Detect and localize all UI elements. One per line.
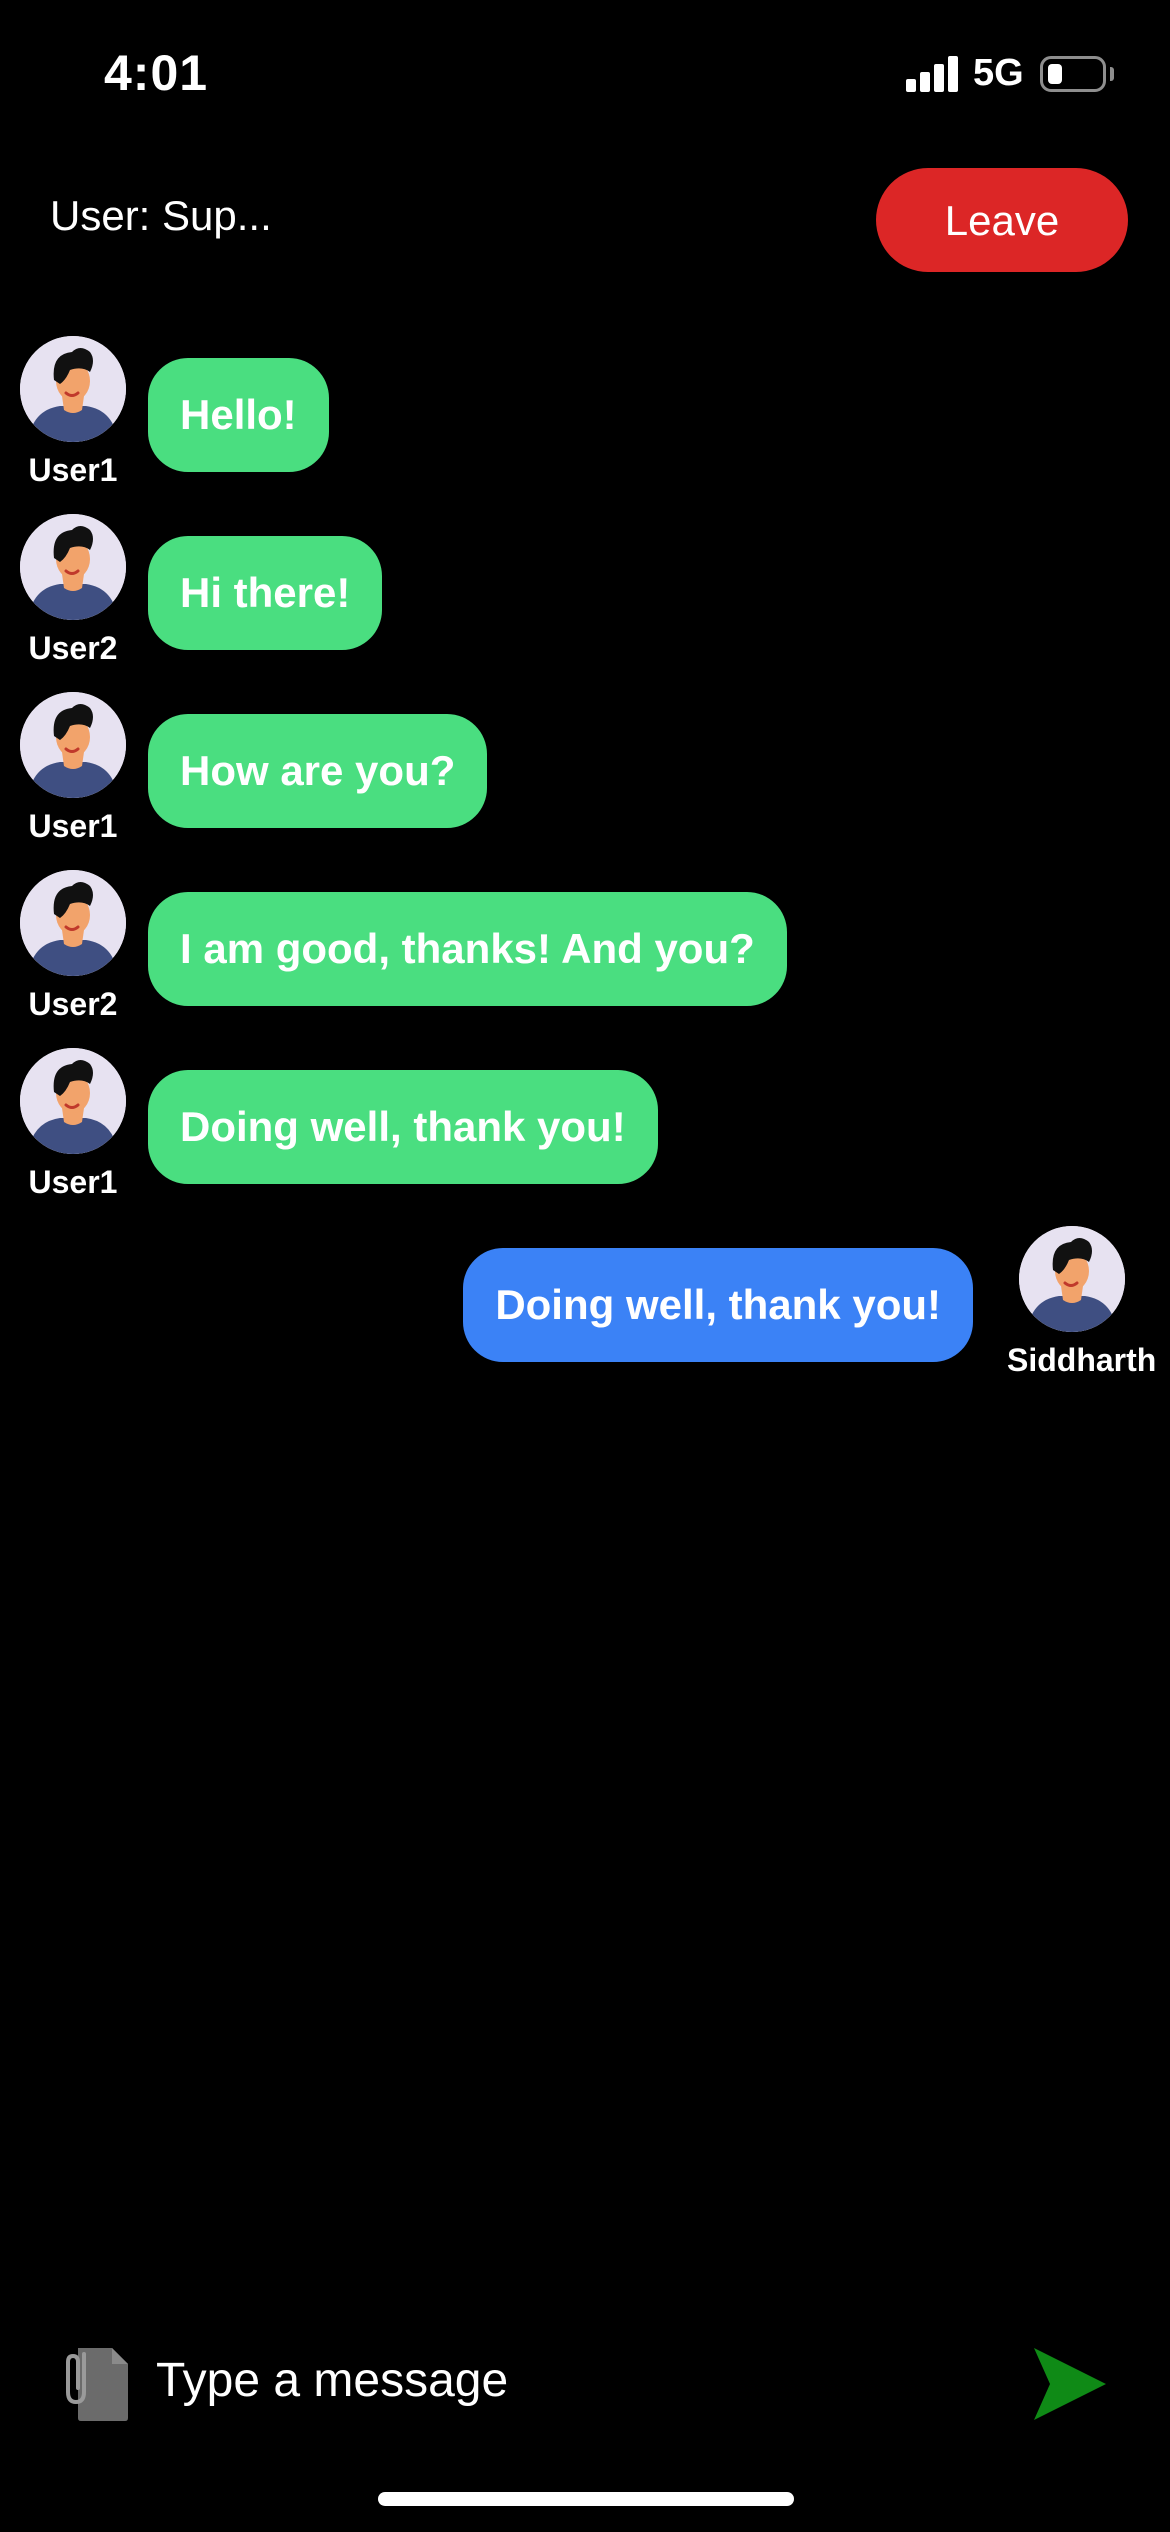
- sender-name: User2: [28, 630, 118, 666]
- message-row: User2 Hi there!: [0, 514, 1170, 674]
- outgoing-message-bubble[interactable]: Doing well, thank you!: [463, 1248, 973, 1362]
- status-time: 4:01: [104, 45, 209, 101]
- battery-level: [1048, 64, 1062, 84]
- sender-name: User1: [28, 1164, 118, 1200]
- message-row: Siddharth Doing well, thank you!: [0, 1226, 1170, 1386]
- cellular-signal-icon: [906, 56, 960, 92]
- send-arrow-icon[interactable]: [1030, 2344, 1110, 2424]
- message-input[interactable]: [156, 2344, 986, 2416]
- battery-icon: [1040, 56, 1106, 92]
- sender-name: User1: [28, 452, 118, 488]
- message-sender: User1: [8, 336, 138, 489]
- message-row: User1 Hello!: [0, 336, 1170, 496]
- incoming-message-bubble[interactable]: I am good, thanks! And you?: [148, 892, 787, 1006]
- avatar[interactable]: [20, 870, 126, 976]
- message-row: User1 How are you?: [0, 692, 1170, 852]
- battery-cap: [1110, 67, 1114, 81]
- message-sender: User2: [8, 870, 138, 1023]
- status-bar: 4:01 5G: [0, 0, 1170, 140]
- avatar[interactable]: [1019, 1226, 1125, 1332]
- incoming-message-bubble[interactable]: Hi there!: [148, 536, 383, 650]
- message-sender: User1: [8, 1048, 138, 1201]
- chat-header-title: User: Sup...: [50, 192, 272, 239]
- message-sender: Siddharth: [1007, 1226, 1157, 1379]
- incoming-message-bubble[interactable]: Doing well, thank you!: [148, 1070, 658, 1184]
- avatar[interactable]: [20, 692, 126, 798]
- incoming-message-bubble[interactable]: Hello!: [148, 358, 329, 472]
- avatar[interactable]: [20, 336, 126, 442]
- avatar[interactable]: [20, 1048, 126, 1154]
- sender-name: Siddharth: [1007, 1342, 1157, 1378]
- message-sender: User2: [8, 514, 138, 667]
- home-indicator: [378, 2492, 794, 2506]
- attach-file-icon[interactable]: [64, 2346, 132, 2422]
- incoming-message-bubble[interactable]: How are you?: [148, 714, 488, 828]
- leave-button[interactable]: Leave: [876, 168, 1128, 272]
- network-type: 5G: [973, 52, 1024, 94]
- message-row: User1 Doing well, thank you!: [0, 1048, 1170, 1208]
- sender-name: User1: [28, 808, 118, 844]
- message-sender: User1: [8, 692, 138, 845]
- avatar[interactable]: [20, 514, 126, 620]
- message-row: User2 I am good, thanks! And you?: [0, 870, 1170, 1030]
- sender-name: User2: [28, 986, 118, 1022]
